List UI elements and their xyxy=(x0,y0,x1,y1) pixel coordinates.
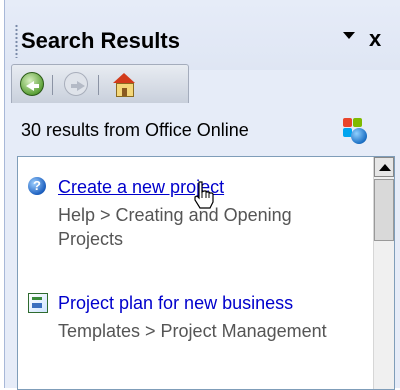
office-online-icon xyxy=(343,118,369,144)
scroll-thumb[interactable] xyxy=(374,179,394,241)
dropdown-arrow-icon[interactable] xyxy=(343,32,355,39)
help-icon: ? xyxy=(28,177,46,195)
chevron-up-icon xyxy=(379,164,391,171)
hand-cursor-icon xyxy=(194,181,214,209)
back-button[interactable] xyxy=(18,70,46,98)
result-link[interactable]: Project plan for new business xyxy=(58,291,358,315)
scroll-up-button[interactable] xyxy=(374,157,394,177)
back-arrow-icon xyxy=(20,72,44,96)
toolbar-divider xyxy=(98,75,99,95)
navigation-toolbar xyxy=(11,64,189,103)
pane-header: Search Results x xyxy=(5,0,400,70)
forward-button[interactable] xyxy=(62,70,90,98)
pane-title: Search Results xyxy=(21,28,180,53)
home-button[interactable] xyxy=(110,70,138,98)
grip-handle[interactable] xyxy=(15,24,18,58)
result-category: Help > Creating and Opening Projects xyxy=(58,205,292,249)
result-category: Templates > Project Management xyxy=(58,321,327,341)
close-icon[interactable]: x xyxy=(369,28,381,50)
results-count: 30 results from Office Online xyxy=(21,120,249,140)
search-results-pane: Search Results x 30 results from Office … xyxy=(4,0,400,390)
toolbar-divider xyxy=(52,75,53,95)
template-icon xyxy=(28,293,48,313)
vertical-scrollbar[interactable] xyxy=(373,157,394,389)
forward-arrow-icon xyxy=(64,72,88,96)
